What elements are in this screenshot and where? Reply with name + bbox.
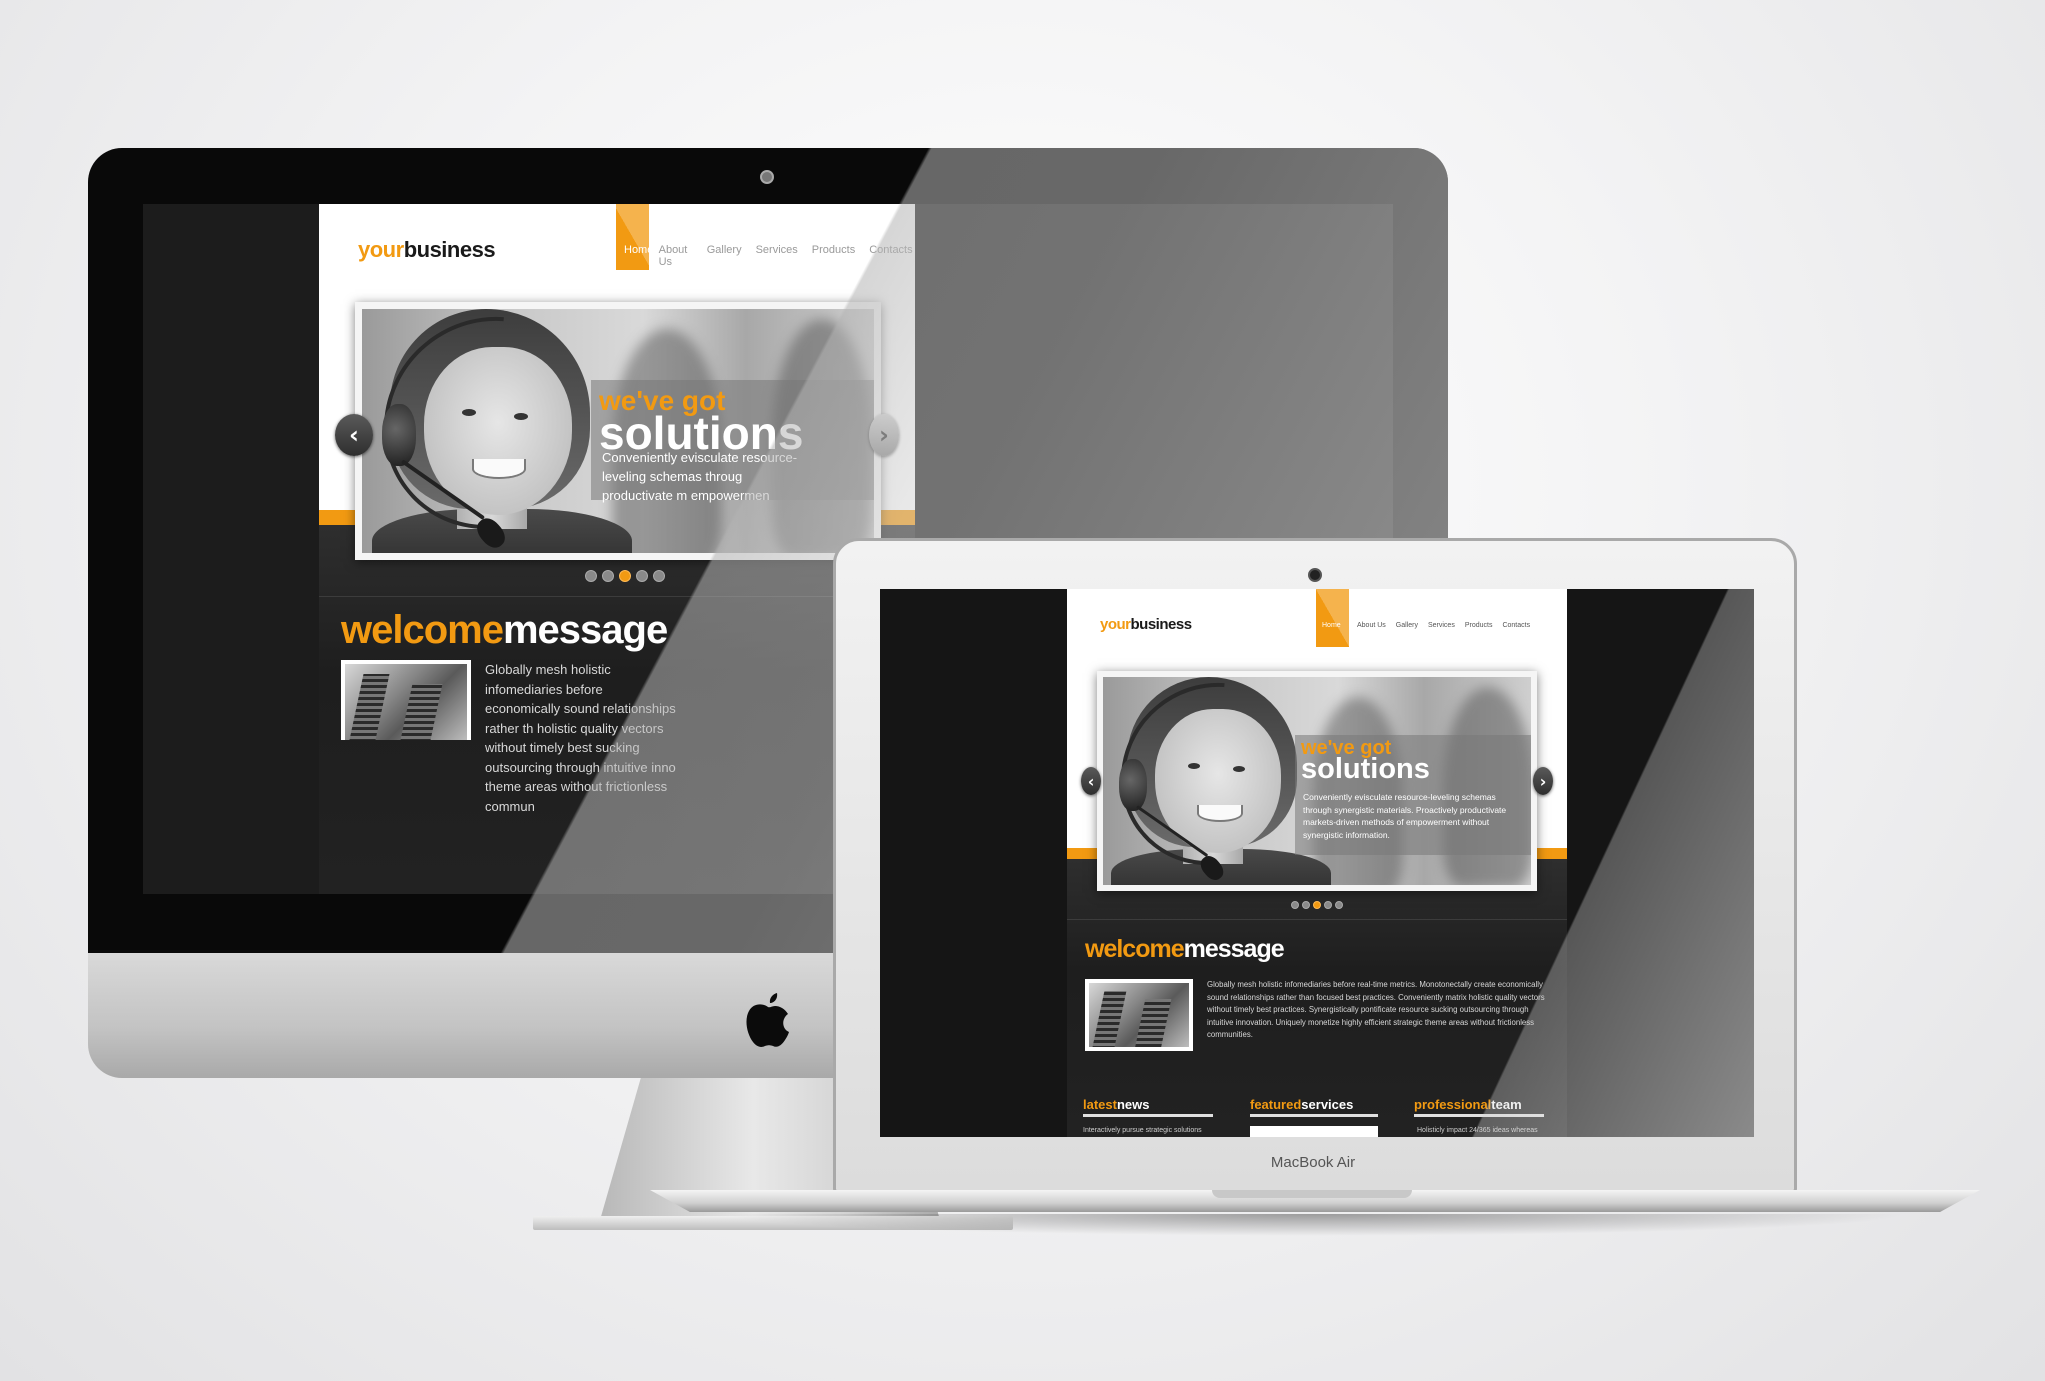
slider-dot[interactable] — [602, 570, 614, 582]
macbook-camera — [1308, 568, 1322, 582]
slider-dot[interactable] — [1302, 901, 1310, 909]
macbook-label: MacBook Air — [1270, 1154, 1356, 1171]
macbook-device: yourbusiness Home About Us Gallery Servi… — [640, 538, 1990, 1238]
slider-dots — [1291, 901, 1343, 909]
macbook-opening-notch — [1212, 1190, 1412, 1198]
nav-services[interactable]: Services — [1423, 589, 1460, 647]
slider-frame: we've got solutions Conveniently eviscul… — [355, 302, 881, 560]
nav-gallery[interactable]: Gallery — [1391, 589, 1423, 647]
macbook-shadow — [720, 1214, 1910, 1236]
macbook-screen: yourbusiness Home About Us Gallery Servi… — [880, 589, 1754, 1137]
slider-caption-line2: solutions — [1301, 753, 1430, 785]
slider-dot[interactable] — [1335, 901, 1343, 909]
slider-caption-text: Conveniently evisculate resource-levelin… — [1303, 792, 1507, 840]
slider-dot-active[interactable] — [1313, 901, 1321, 909]
column-latest-news-text: Interactively pursue strategic solutions — [1083, 1127, 1202, 1134]
nav-gallery[interactable]: Gallery — [700, 204, 749, 270]
slider-next-arrow[interactable]: › — [869, 414, 899, 456]
nav-products[interactable]: Products — [805, 204, 862, 270]
macbook-website: yourbusiness Home About Us Gallery Servi… — [1067, 589, 1567, 1137]
slider-prev-arrow[interactable]: ‹ — [335, 414, 373, 456]
slider-dot[interactable] — [585, 570, 597, 582]
site-logo[interactable]: yourbusiness — [1100, 616, 1192, 633]
nav-contacts[interactable]: Contacts — [1497, 589, 1535, 647]
main-nav: Home About Us Gallery Services Products … — [616, 204, 915, 270]
nav-home[interactable]: Home — [1316, 589, 1349, 647]
welcome-title: welcomemessage — [1085, 935, 1285, 963]
thumbnail-image — [1089, 983, 1189, 1047]
slider-dot[interactable] — [1324, 901, 1332, 909]
nav-contacts[interactable]: Contacts — [862, 204, 915, 270]
thumbnail-image — [345, 664, 467, 740]
main-nav: Home About Us Gallery Services Products … — [1316, 589, 1535, 647]
nav-about[interactable]: About Us — [1349, 589, 1391, 647]
slider-dot-active[interactable] — [619, 570, 631, 582]
slider-next-arrow[interactable]: › — [1533, 767, 1553, 795]
slider-frame: we've got solutions Conveniently eviscul… — [1097, 671, 1537, 891]
site-logo[interactable]: yourbusiness — [358, 237, 496, 263]
slider-prev-arrow[interactable]: ‹ — [1081, 767, 1101, 795]
nav-home[interactable]: Home — [616, 204, 649, 270]
column-featured-services-thumbnail — [1250, 1126, 1378, 1137]
welcome-title: welcomemessage — [341, 608, 668, 652]
slider-dot[interactable] — [1291, 901, 1299, 909]
section-divider — [1067, 919, 1567, 920]
column-featured-services-title: featuredservices — [1250, 1097, 1378, 1117]
building-shape — [1089, 991, 1127, 1047]
building-shape — [1132, 999, 1172, 1047]
nav-about[interactable]: About Us — [649, 204, 700, 270]
column-latest-news-title: latestnews — [1083, 1097, 1213, 1117]
imac-camera — [760, 170, 774, 184]
column-professional-team-text: Holisticly impact 24/365 ideas whereas — [1417, 1127, 1538, 1134]
building-shape — [397, 684, 443, 740]
welcome-thumbnail — [1085, 979, 1193, 1051]
headset-earcup — [1119, 759, 1147, 811]
building-shape — [346, 674, 390, 740]
headset-earcup — [382, 404, 416, 466]
welcome-text: Globally mesh holistic infomediaries bef… — [1207, 980, 1545, 1040]
nav-products[interactable]: Products — [1460, 589, 1498, 647]
column-professional-team-title: professionalteam — [1414, 1097, 1544, 1117]
welcome-thumbnail — [341, 660, 471, 740]
nav-services[interactable]: Services — [749, 204, 805, 270]
slider-caption-text: Conveniently evisculate resource-levelin… — [602, 450, 798, 503]
